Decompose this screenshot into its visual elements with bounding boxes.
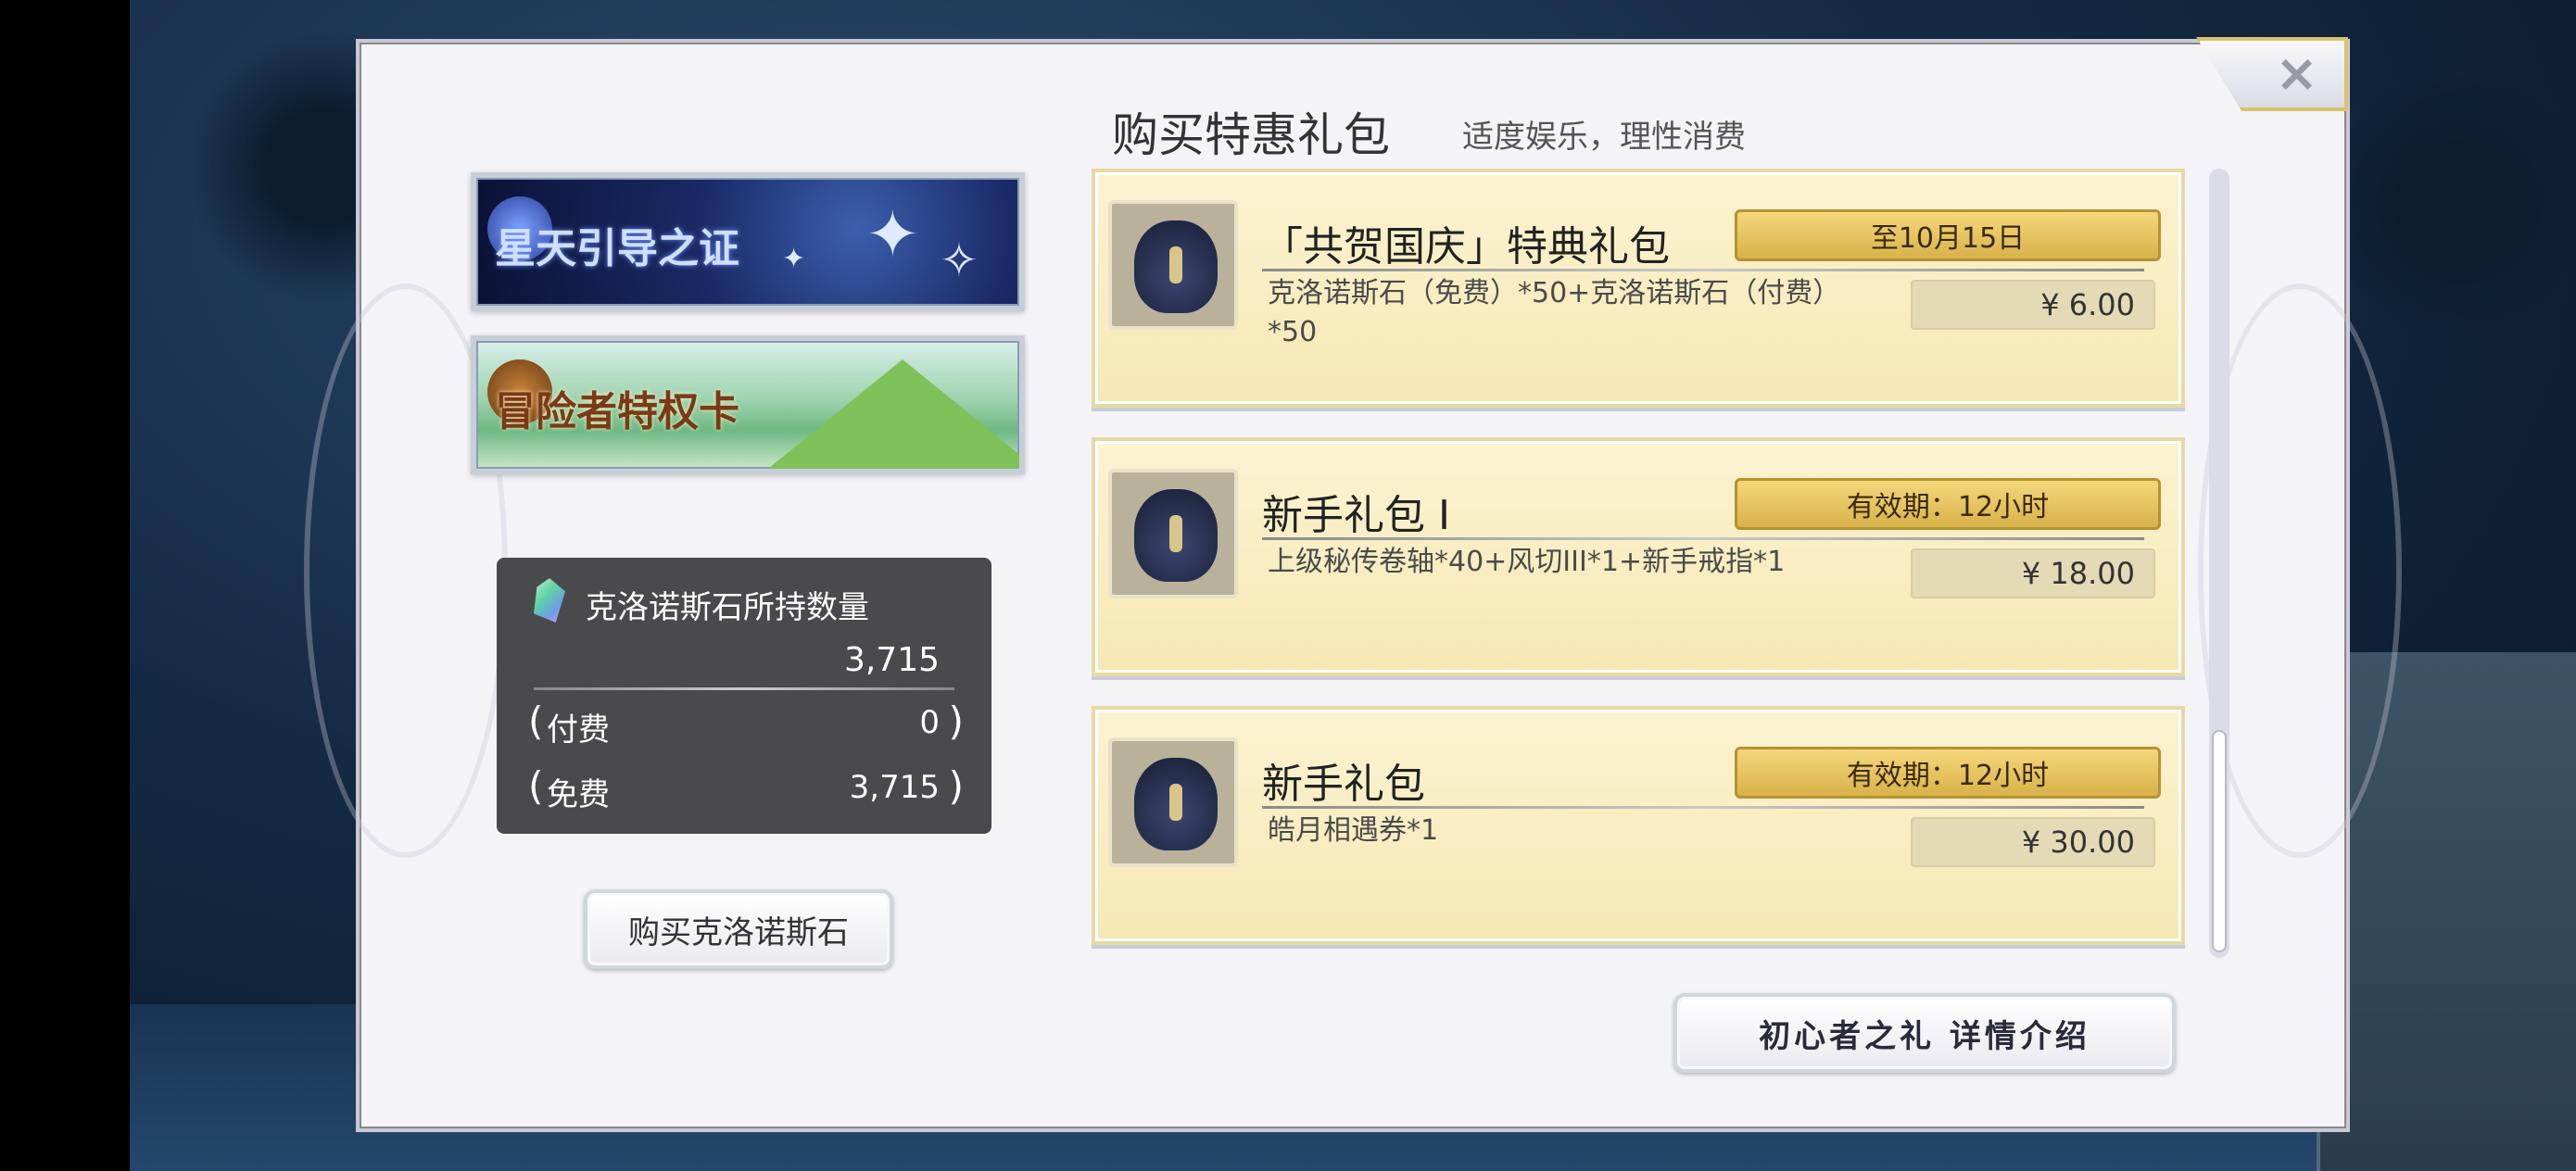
mountain-icon [754, 359, 1019, 469]
banner-label: 冒险者特权卡 [495, 388, 739, 435]
pack-description: 克洛诺斯石（免费）*50+克洛诺斯石（付费）*50 [1268, 277, 1841, 348]
pack-badge: 至10月15日 [1735, 209, 2161, 261]
divider [1262, 537, 2144, 540]
banner-adventurer-card[interactable]: 冒险者特权卡 [471, 335, 1025, 474]
banner-label: 星天引导之证 [495, 225, 739, 272]
pack-item[interactable]: 「共贺国庆」特典礼包 至10月15日 克洛诺斯石（免费）*50+克洛诺斯石（付费… [1092, 169, 2185, 408]
page-subtitle: 适度娱乐，理性消费 [1462, 119, 1746, 156]
stone-balance-label: 克洛诺斯石所持数量 [586, 589, 869, 626]
banner-star-guide[interactable]: ✦ ✧ ✦ 星天引导之证 [471, 172, 1025, 311]
pack-price[interactable]: ¥ 18.00 [1911, 548, 2155, 598]
free-value: 3,715 [849, 769, 940, 806]
pack-title: 「共贺国庆」特典礼包 [1262, 223, 1670, 271]
pack-description: 皓月相遇券*1 [1268, 814, 1439, 847]
paid-value: 0 [919, 704, 940, 741]
stone-total-value: 3,715 [843, 641, 940, 679]
paren-open: ( [528, 763, 544, 809]
palm-silhouette [2335, 56, 2576, 352]
stone-balance-panel: 克洛诺斯石所持数量 3,715 ( 付费 0 ) ( 免费 3,715 ) [497, 558, 991, 834]
gift-bag-icon [1134, 489, 1218, 582]
pack-price[interactable]: ¥ 30.00 [1911, 817, 2155, 867]
pack-price[interactable]: ¥ 6.00 [1911, 280, 2155, 330]
pack-thumbnail [1108, 200, 1238, 330]
sparkle-icon: ✦ [865, 196, 920, 272]
close-icon: × [2275, 44, 2318, 104]
gift-bag-icon [1134, 220, 1218, 313]
pack-thumbnail [1108, 737, 1238, 867]
divider [534, 687, 954, 690]
divider [1262, 806, 2144, 809]
paren-close: ) [948, 699, 964, 744]
pack-thumbnail [1108, 469, 1238, 598]
divider [1262, 269, 2144, 271]
pack-item[interactable]: 新手礼包 有效期：12小时 皓月相遇券*1 ¥ 30.00 [1092, 706, 2185, 945]
free-label: 免费 [547, 776, 610, 813]
buy-stone-button[interactable]: 购买克洛诺斯石 [584, 889, 893, 969]
chronos-stone-icon [534, 578, 565, 623]
pack-badge: 有效期：12小时 [1735, 747, 2161, 799]
beginner-gift-details-button[interactable]: 初心者之礼 详情介绍 [1673, 993, 2176, 1073]
pack-title: 新手礼包 I [1262, 492, 1450, 539]
pack-title: 新手礼包 [1262, 761, 1425, 808]
paren-close: ) [948, 763, 964, 809]
gift-bag-icon [1134, 758, 1218, 850]
pack-badge: 有效期：12小时 [1735, 478, 2161, 530]
pack-description: 上级秘传卷轴*40+风切III*1+新手戒指*1 [1268, 546, 1786, 578]
paren-open: ( [528, 699, 544, 744]
sparkle-icon: ✦ [782, 243, 806, 275]
scrollbar-thumb[interactable] [2212, 730, 2227, 952]
sparkle-icon: ✧ [940, 233, 979, 287]
pack-item[interactable]: 新手礼包 I 有效期：12小时 上级秘传卷轴*40+风切III*1+新手戒指*1… [1092, 437, 2185, 676]
paid-label: 付费 [547, 711, 610, 749]
pack-list-scrollbar[interactable] [2209, 169, 2229, 958]
page-title: 购买特惠礼包 [1112, 108, 1390, 162]
